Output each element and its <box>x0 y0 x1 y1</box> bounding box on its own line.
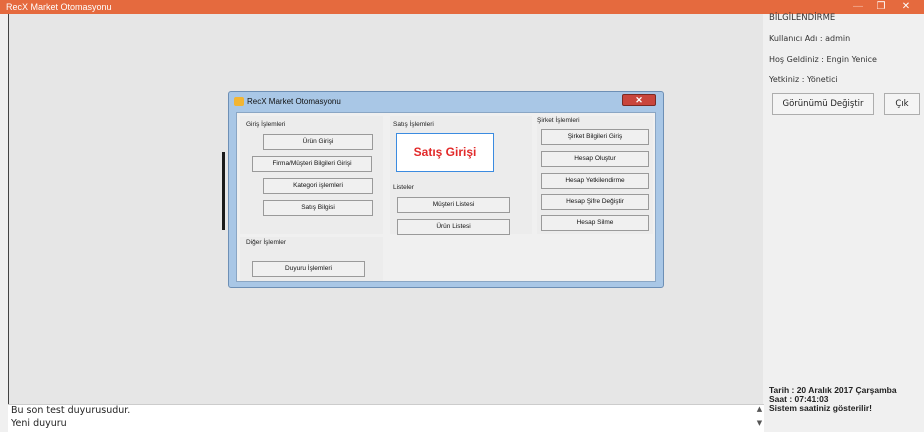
musteri-listesi-button[interactable]: Müşteri Listesi <box>397 197 510 213</box>
close-button[interactable]: ✕ <box>896 0 916 14</box>
group-listeler-label: Listeler <box>393 184 414 191</box>
info-heading: BİLGİLENDİRME <box>769 13 836 23</box>
announcements-scrollbar[interactable]: ▲ ▼ <box>755 405 764 432</box>
announcement-line: Bu son test duyurusudur. <box>11 405 131 416</box>
group-diger-label: Diğer İşlemler <box>246 239 287 246</box>
dialog-client-area: Giriş İşlemleri Ürün Girişi Firma/Müşter… <box>236 112 656 282</box>
group-diger: Diğer İşlemler Duyuru İşlemleri <box>240 237 383 281</box>
window-left-border <box>8 14 9 432</box>
group-sirket: Şirket İşlemleri Şirket Bilgileri Giriş … <box>537 116 653 234</box>
group-sirket-label: Şirket İşlemleri <box>537 117 580 124</box>
clock-panel: Tarih : 20 Aralık 2017 Çarşamba Saat : 0… <box>769 386 897 413</box>
group-giris-label: Giriş İşlemleri <box>246 121 286 128</box>
group-satis-label: Satış İşlemleri <box>393 121 434 128</box>
duyuru-islemleri-button[interactable]: Duyuru İşlemleri <box>252 261 365 277</box>
dialog-title: RecX Market Otomasyonu <box>247 97 341 106</box>
username-label: Kullanıcı Adı : admin <box>769 34 851 43</box>
hesap-sifre-degistir-button[interactable]: Hesap Şifre Değiştir <box>541 194 649 210</box>
kategori-islemleri-button[interactable]: Kategori işlemleri <box>263 178 373 194</box>
minimize-button[interactable]: — <box>848 0 868 14</box>
info-panel: BİLGİLENDİRME Kullanıcı Adı : admin Hoş … <box>764 13 924 432</box>
main-menu-dialog: RecX Market Otomasyonu ✕ Giriş İşlemleri… <box>228 91 664 288</box>
urun-girisi-button[interactable]: Ürün Girişi <box>263 134 373 150</box>
panel-splitter <box>222 152 225 230</box>
scroll-up-icon[interactable]: ▲ <box>755 405 764 413</box>
app-icon <box>234 97 244 106</box>
announcements-box[interactable]: Bu son test duyurusudur. Yeni duyuru ▲ ▼ <box>8 404 764 432</box>
dialog-close-button[interactable]: ✕ <box>622 94 656 106</box>
hesap-olustur-button[interactable]: Hesap Oluştur <box>541 151 649 167</box>
change-view-button[interactable]: Görünümü Değiştir <box>772 93 874 115</box>
satis-girisi-button[interactable]: Satış Girişi <box>396 133 494 172</box>
welcome-label: Hoş Geldiniz : Engin Yenice <box>769 55 877 64</box>
group-giris: Giriş İşlemleri Ürün Girişi Firma/Müşter… <box>240 116 383 234</box>
window-title: RecX Market Otomasyonu <box>6 2 112 12</box>
hesap-silme-button[interactable]: Hesap Silme <box>541 215 649 231</box>
clock-note: Sistem saatiniz gösterilir! <box>769 403 872 413</box>
urun-listesi-button[interactable]: Ürün Listesi <box>397 219 510 235</box>
hesap-yetkilendirme-button[interactable]: Hesap Yetkilendirme <box>541 173 649 189</box>
maximize-button[interactable]: ❐ <box>871 0 891 14</box>
satis-bilgisi-button[interactable]: Satış Bilgisi <box>263 200 373 216</box>
firma-musteri-girisi-button[interactable]: Firma/Müşteri Bilgileri Girişi <box>252 156 372 172</box>
exit-button[interactable]: Çık <box>884 93 920 115</box>
announcement-line: Yeni duyuru <box>11 418 67 429</box>
sirket-bilgileri-button[interactable]: Şirket Bilgileri Giriş <box>541 129 649 145</box>
scroll-down-icon[interactable]: ▼ <box>755 419 764 427</box>
role-label: Yetkiniz : Yönetici <box>769 75 838 84</box>
window-titlebar: RecX Market Otomasyonu — ❐ ✕ <box>0 0 924 14</box>
